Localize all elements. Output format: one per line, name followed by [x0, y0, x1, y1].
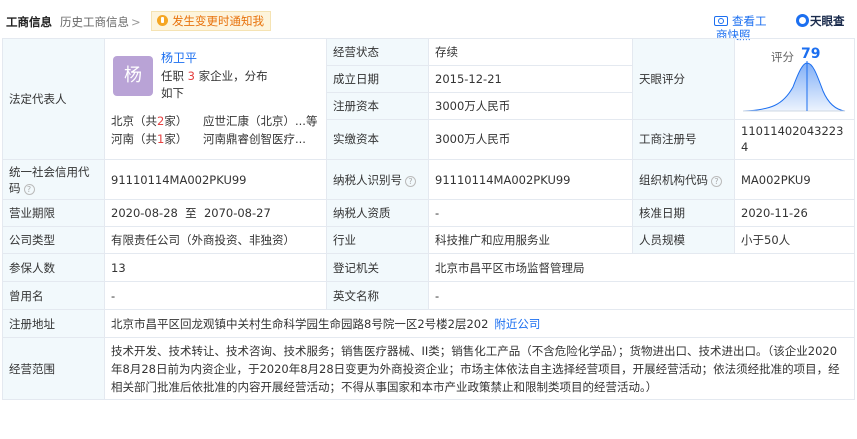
reg-no-value: 110114020432234: [734, 118, 855, 161]
taxpayer-id-label: 纳税人识别号?: [326, 159, 429, 200]
org-distribution-list: 北京（共2家） 应世汇康（北京）...等 河南（共1家） 河南鼎睿创智医疗...: [111, 112, 327, 148]
industry-value: 科技推广和应用服务业: [428, 226, 633, 254]
summary-prefix: 任职: [161, 69, 184, 83]
term-value: 2020-08-28 至 2070-08-27: [104, 199, 327, 227]
avatar: 杨: [113, 56, 153, 96]
region-label[interactable]: 河南（共1家）: [111, 130, 203, 148]
score-label: 天眼评分: [632, 38, 735, 120]
scope-value: 技术开发、技术转让、技术咨询、技术服务；销售医疗器械、II类；销售化工产品（不含…: [104, 337, 855, 400]
table-row: 统一社会信用代码? 91110114MA002PKU99 纳税人识别号? 911…: [2, 159, 855, 200]
english-name-value: -: [428, 281, 855, 310]
company-type-label: 公司类型: [2, 226, 105, 254]
approve-date-label: 核准日期: [632, 199, 735, 227]
taxpayer-id-label-text: 纳税人识别号: [333, 172, 402, 187]
top-bar: 工商信息 历史工商信息 > 发生变更时通知我 查看工 商快照 天眼查: [0, 0, 857, 42]
chevron-right-icon: >: [131, 15, 141, 29]
industry-label: 行业: [326, 226, 429, 254]
help-icon[interactable]: ?: [405, 175, 416, 187]
legal-rep-name-link[interactable]: 杨卫平: [161, 50, 197, 66]
reg-capital-value: 3000万人民币: [428, 91, 633, 120]
region-prefix: 河南（共: [111, 132, 157, 146]
insured-value: 13: [104, 253, 327, 282]
table-row: 注册地址 北京市昌平区回龙观镇中关村生命科学园生命园路8号院一区2号楼2层202…: [2, 309, 855, 338]
term-label: 营业期限: [2, 199, 105, 227]
former-name-value: -: [104, 281, 327, 310]
help-icon[interactable]: ?: [23, 183, 35, 195]
table-row: 经营范围 技术开发、技术转让、技术咨询、技术服务；销售医疗器械、II类；销售化工…: [2, 337, 855, 400]
address-cell: 北京市昌平区回龙观镇中关村生命科学园生命园路8号院一区2号楼2层202 附近公司: [104, 309, 855, 338]
notify-label: 发生变更时通知我: [172, 14, 264, 28]
legal-rep-summary: 任职 3 家企业，分布如下: [161, 68, 271, 102]
table-row: 曾用名 - 英文名称 -: [2, 281, 855, 310]
english-name-label: 英文名称: [326, 281, 429, 310]
table-row: 营业期限 2020-08-28 至 2070-08-27 纳税人资质 - 核准日…: [2, 199, 855, 227]
brand-name: 天眼查: [810, 14, 845, 28]
tab-business-info[interactable]: 工商信息: [6, 14, 52, 30]
authority-value: 北京市昌平区市场监督管理局: [428, 253, 855, 282]
region-count: 2: [157, 114, 165, 128]
paid-capital-value: 3000万人民币: [428, 118, 633, 161]
insured-label: 参保人数: [2, 253, 105, 282]
nearby-companies-link[interactable]: 附近公司: [494, 317, 540, 331]
region-suffix: 家）: [164, 114, 188, 128]
approve-date-value: 2020-11-26: [734, 199, 855, 227]
table-row: 公司类型 有限责任公司（外商投资、非独资） 行业 科技推广和应用服务业 人员规模…: [2, 226, 855, 254]
established-label: 成立日期: [326, 64, 429, 93]
score-distribution-graphic: [742, 60, 846, 112]
tab-history-info[interactable]: 历史工商信息 >: [60, 14, 141, 30]
staff-value: 小于50人: [734, 226, 855, 254]
taxpayer-qual-label: 纳税人资质: [326, 199, 429, 227]
org-name-link[interactable]: 应世汇康（北京）...等: [203, 112, 321, 130]
reg-capital-label: 注册资本: [326, 91, 429, 120]
help-icon[interactable]: ?: [711, 175, 722, 187]
org-code-label-text: 组织机构代码: [639, 172, 708, 187]
list-item: 河南（共1家） 河南鼎睿创智医疗...: [111, 130, 327, 148]
status-value: 存续: [428, 38, 633, 66]
score-cell[interactable]: 评分 79: [734, 38, 855, 120]
region-suffix: 家）: [164, 132, 188, 146]
address-label: 注册地址: [2, 309, 105, 338]
table-row: 法定代表人 杨 杨卫平 任职 3 家企业，分布如下 北京（共2家） 应世汇康（北京…: [2, 38, 855, 160]
paid-capital-label: 实缴资本: [326, 118, 429, 161]
org-name-link[interactable]: 河南鼎睿创智医疗...: [203, 130, 321, 148]
score-value: 79: [801, 45, 821, 62]
legal-rep-cell: 杨 杨卫平 任职 3 家企业，分布如下 北京（共2家） 应世汇康（北京）...等 …: [104, 38, 327, 160]
business-info-table: 法定代表人 杨 杨卫平 任职 3 家企业，分布如下 北京（共2家） 应世汇康（北京…: [2, 38, 855, 400]
region-prefix: 北京（共: [111, 114, 157, 128]
credit-code-label: 统一社会信用代码?: [2, 159, 105, 200]
tab-history-label: 历史工商信息: [60, 15, 129, 29]
list-item: 北京（共2家） 应世汇康（北京）...等: [111, 112, 327, 130]
taxpayer-qual-value: -: [428, 199, 633, 227]
camera-icon: [714, 16, 728, 26]
brand-logo-icon: [796, 14, 809, 27]
reg-no-label: 工商注册号: [632, 118, 735, 161]
org-code-label: 组织机构代码?: [632, 159, 735, 200]
region-count: 1: [157, 132, 165, 146]
credit-code-label-text: 统一社会信用代码: [9, 164, 90, 195]
company-count: 3: [187, 69, 195, 83]
former-name-label: 曾用名: [2, 281, 105, 310]
alert-icon: [157, 15, 168, 26]
status-label: 经营状态: [326, 38, 429, 66]
authority-label: 登记机关: [326, 253, 429, 282]
brand-logo: 天眼查: [796, 13, 845, 29]
table-row: 参保人数 13 登记机关 北京市昌平区市场监督管理局: [2, 253, 855, 282]
notify-on-change-button[interactable]: 发生变更时通知我: [151, 11, 271, 31]
established-value: 2015-12-21: [428, 64, 633, 93]
region-label[interactable]: 北京（共2家）: [111, 112, 203, 130]
scope-label: 经营范围: [2, 337, 105, 400]
credit-code-value: 91110114MA002PKU99: [104, 159, 327, 200]
staff-label: 人员规模: [632, 226, 735, 254]
taxpayer-id-value: 91110114MA002PKU99: [428, 159, 633, 200]
legal-rep-label: 法定代表人: [2, 38, 105, 160]
address-value: 北京市昌平区回龙观镇中关村生命科学园生命园路8号院一区2号楼2层202: [111, 316, 489, 331]
company-type-value: 有限责任公司（外商投资、非独资）: [104, 226, 327, 254]
org-code-value: MA002PKU9: [734, 159, 855, 200]
